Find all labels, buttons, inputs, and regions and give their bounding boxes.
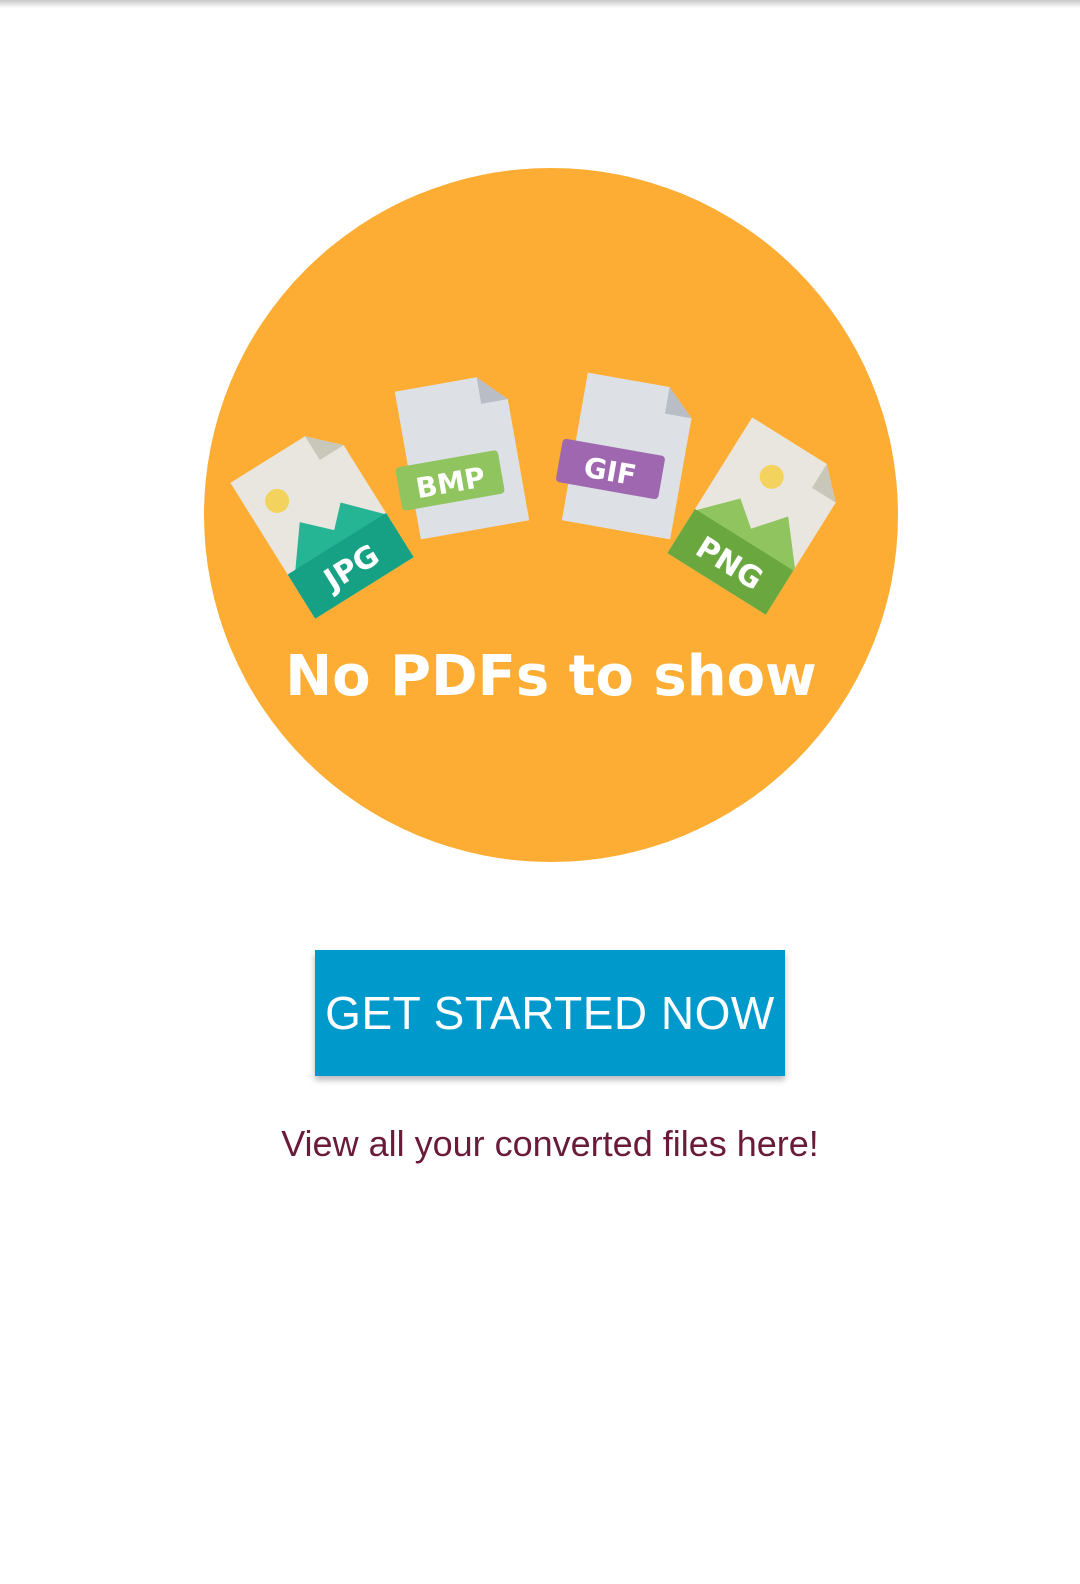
get-started-button[interactable]: GET STARTED NOW [315, 950, 785, 1076]
empty-state-title: No PDFs to show [285, 644, 817, 709]
get-started-label: GET STARTED NOW [325, 987, 775, 1039]
empty-state-graphic: JPG BMP GIF PNG [204, 168, 898, 862]
view-files-hint: View all your converted files here! [281, 1123, 819, 1164]
status-bar-shadow [0, 0, 1080, 8]
empty-state-illustration: JPG BMP GIF PNG No PDFs to show [204, 168, 898, 862]
